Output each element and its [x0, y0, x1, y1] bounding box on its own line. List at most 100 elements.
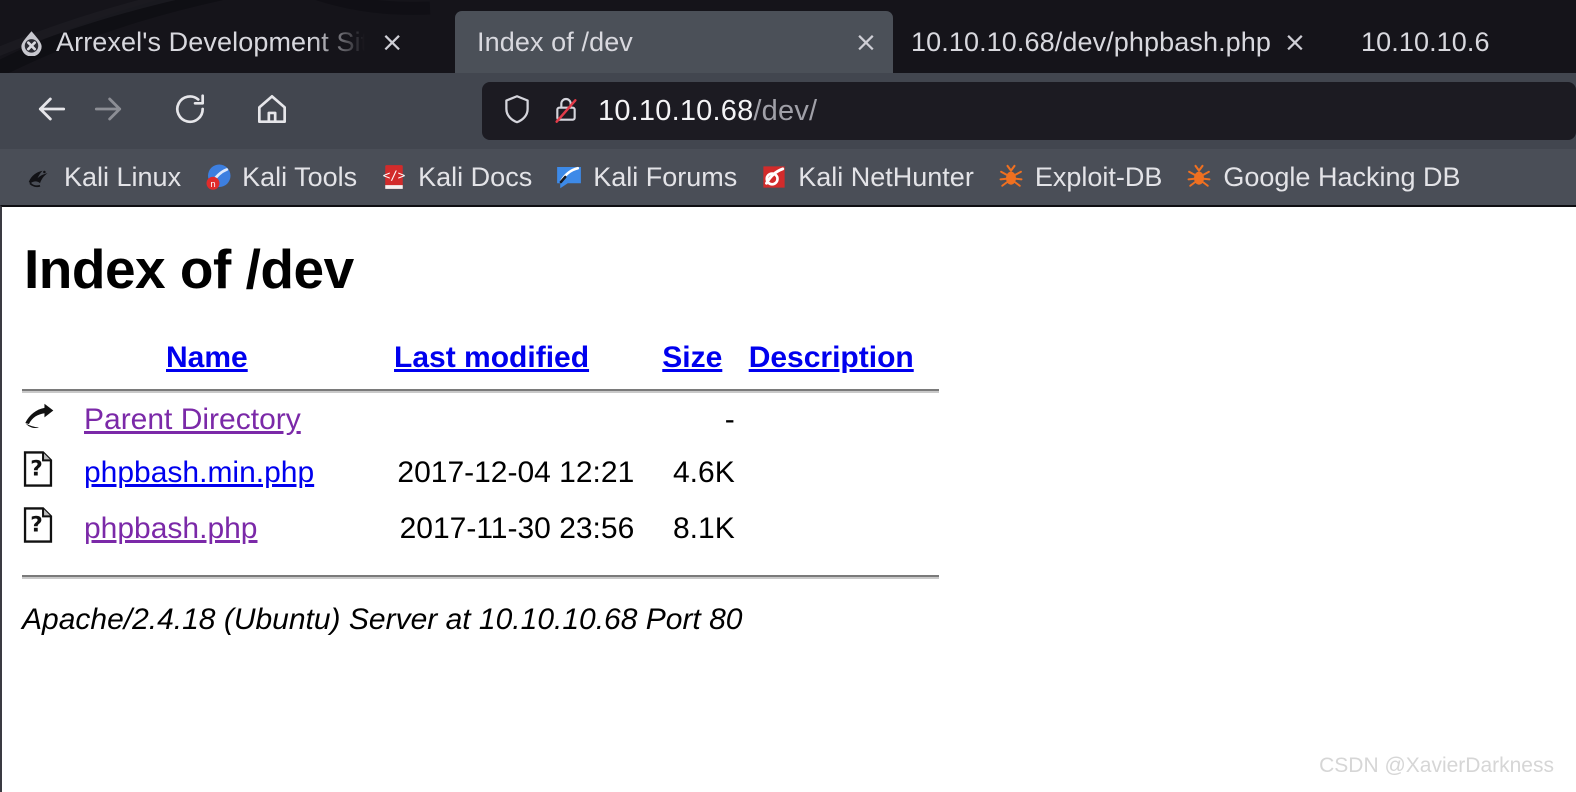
- header-description-link[interactable]: Description: [749, 341, 914, 374]
- row-name[interactable]: phpbash.min.php: [74, 445, 348, 501]
- table-header-row: Name Last modified Size Description: [22, 341, 939, 387]
- bookmark-kali-tools[interactable]: n Kali Tools: [192, 155, 368, 199]
- parent-directory-icon: [22, 403, 56, 438]
- row-name[interactable]: phpbash.php: [74, 501, 348, 557]
- row-last-modified: 2017-11-30 23:56: [399, 512, 635, 545]
- header-icon-column: [22, 341, 74, 387]
- bookmark-label: Google Hacking DB: [1223, 161, 1461, 192]
- table-bottom-rule: [22, 573, 939, 581]
- unknown-file-icon: ?: [22, 507, 54, 550]
- tab-title: Arrexel's Development Sit: [56, 26, 369, 57]
- url-host: 10.10.10.68: [598, 94, 754, 127]
- bookmark-kali-nethunter[interactable]: Kali NetHunter: [748, 155, 985, 199]
- row-size: -: [724, 403, 735, 436]
- url-text: 10.10.10.68/dev/: [598, 95, 817, 128]
- kali-tools-icon: n: [203, 162, 233, 192]
- reload-icon: [171, 90, 209, 133]
- row-icon: [22, 395, 74, 445]
- reload-button[interactable]: [162, 83, 218, 139]
- row-description: [735, 501, 939, 557]
- tab-partial-fourth[interactable]: 10.10.10.6: [1343, 11, 1576, 73]
- watermark: CSDN @XavierDarkness: [1319, 754, 1554, 777]
- header-last-modified-link[interactable]: Last modified: [394, 341, 589, 374]
- svg-text:n: n: [210, 180, 216, 190]
- rule-cell: [22, 387, 939, 395]
- unknown-file-icon: ?: [22, 451, 54, 494]
- spacer-cell: [22, 557, 939, 573]
- tab-arrexels-development-site[interactable]: Arrexel's Development Sit ×: [0, 11, 455, 73]
- row-last-modified: [348, 395, 634, 445]
- header-last-modified[interactable]: Last modified: [348, 341, 634, 387]
- table-row[interactable]: Parent Directory -: [22, 395, 939, 445]
- svg-text:</>: </>: [383, 168, 406, 183]
- tab-close-icon[interactable]: ×: [1282, 29, 1308, 56]
- row-last-modified: 2017-12-04 12:21: [397, 456, 635, 489]
- row-description: [735, 445, 939, 501]
- bookmark-label: Exploit-DB: [1034, 161, 1163, 192]
- bookmark-google-hacking-db[interactable]: Google Hacking DB: [1173, 155, 1471, 199]
- bookmark-label: Kali Forums: [593, 161, 738, 192]
- server-signature: Apache/2.4.18 (Ubuntu) Server at 10.10.1…: [22, 603, 743, 636]
- insecure-connection-broken-padlock-icon[interactable]: [550, 93, 582, 130]
- file-link-phpbash-php[interactable]: phpbash.php: [84, 512, 258, 545]
- tab-strip: Arrexel's Development Sit × Index of /de…: [0, 0, 1576, 73]
- tab-index-of-dev[interactable]: Index of /dev ×: [455, 11, 893, 73]
- google-hacking-db-icon: [1184, 162, 1214, 192]
- tracking-protection-shield-icon[interactable]: [500, 92, 534, 131]
- page-title: Index of /dev: [24, 238, 354, 300]
- table-spacer-row: [22, 557, 939, 573]
- tab-title: 10.10.10.68/dev/phpbash.php: [911, 26, 1272, 57]
- url-path: /dev/: [753, 94, 818, 127]
- svg-text:?: ?: [30, 512, 43, 537]
- table-row[interactable]: ? phpbash.min.php 2017-12-04 12:21 4.6K: [22, 445, 939, 501]
- tab-title: Index of /dev: [477, 26, 633, 57]
- header-size[interactable]: Size: [634, 341, 734, 387]
- header-size-link[interactable]: Size: [662, 341, 722, 374]
- kali-dragon-icon: [25, 162, 55, 192]
- bookmark-kali-docs[interactable]: </> Kali Docs: [368, 155, 543, 199]
- back-arrow-icon: [32, 89, 72, 134]
- bookmark-kali-linux[interactable]: Kali Linux: [14, 155, 192, 199]
- broken-droplet-icon: [18, 29, 45, 56]
- forward-arrow-icon: [88, 89, 128, 134]
- kali-docs-icon: </>: [379, 162, 409, 192]
- kali-nethunter-icon: [759, 162, 789, 192]
- bookmark-label: Kali NetHunter: [798, 161, 974, 192]
- svg-text:?: ?: [30, 456, 43, 481]
- exploit-db-icon: [996, 162, 1026, 192]
- row-icon: ?: [22, 501, 74, 557]
- row-size: 4.6K: [672, 456, 735, 489]
- bookmark-kali-forums[interactable]: Kali Forums: [543, 155, 748, 199]
- tab-close-icon[interactable]: ×: [379, 29, 405, 56]
- tab-close-icon[interactable]: ×: [853, 29, 879, 56]
- table-top-rule: [22, 387, 939, 395]
- bookmark-label: Kali Docs: [418, 161, 533, 192]
- header-name[interactable]: Name: [74, 341, 348, 387]
- horizontal-rule: [22, 389, 939, 393]
- table-row[interactable]: ? phpbash.php 2017-11-30 23:56 8.1K: [22, 501, 939, 557]
- tab-phpbash-php[interactable]: 10.10.10.68/dev/phpbash.php ×: [893, 11, 1343, 73]
- kali-forums-icon: [554, 162, 584, 192]
- row-size: 8.1K: [672, 512, 735, 545]
- page-content: Index of /dev Name Last modified Size De…: [0, 205, 1576, 792]
- header-name-link[interactable]: Name: [166, 341, 248, 374]
- home-icon: [253, 90, 291, 133]
- rule-cell: [22, 573, 939, 581]
- forward-button[interactable]: [80, 83, 136, 139]
- file-link-phpbash-min-php[interactable]: phpbash.min.php: [84, 456, 314, 489]
- tab-title: 10.10.10.6: [1361, 26, 1490, 57]
- back-button[interactable]: [24, 83, 80, 139]
- directory-listing-table: Name Last modified Size Description Pare…: [22, 341, 939, 581]
- parent-directory-link[interactable]: Parent Directory: [84, 403, 301, 436]
- header-description[interactable]: Description: [735, 341, 939, 387]
- home-button[interactable]: [244, 83, 300, 139]
- row-description: [735, 395, 939, 445]
- bookmark-exploit-db[interactable]: Exploit-DB: [985, 155, 1174, 199]
- browser-window: Arrexel's Development Sit × Index of /de…: [0, 0, 1576, 792]
- bookmark-label: Kali Tools: [242, 161, 358, 192]
- address-bar[interactable]: 10.10.10.68/dev/: [482, 82, 1576, 140]
- row-name[interactable]: Parent Directory: [74, 395, 348, 445]
- horizontal-rule: [22, 575, 939, 579]
- row-icon: ?: [22, 445, 74, 501]
- bookmark-label: Kali Linux: [64, 161, 182, 192]
